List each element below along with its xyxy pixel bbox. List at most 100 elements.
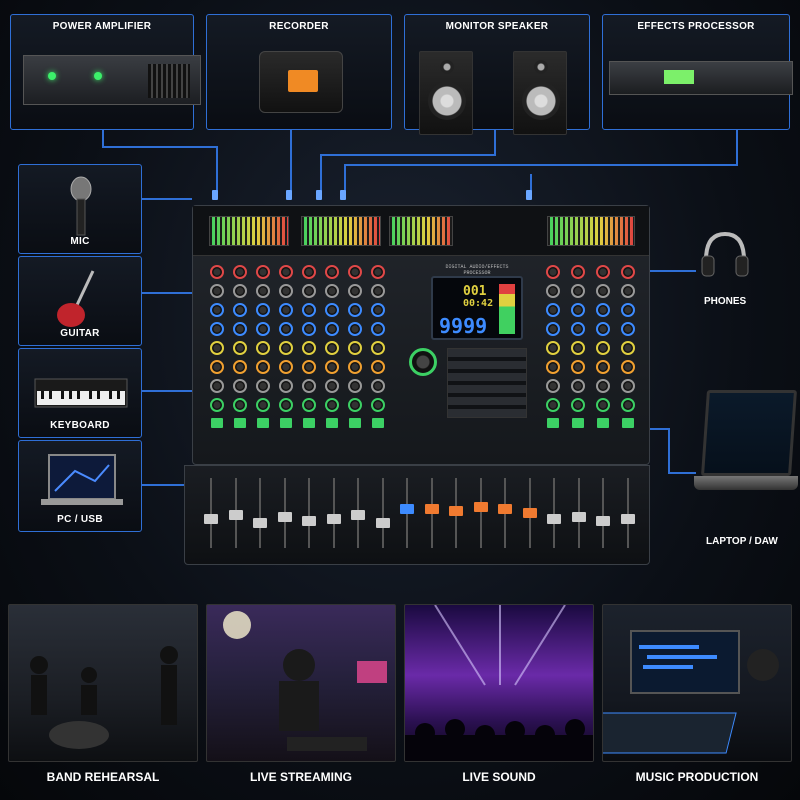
channel-fader[interactable] <box>326 474 342 558</box>
channel-knob[interactable] <box>325 284 339 298</box>
fader-cap[interactable] <box>302 516 316 526</box>
channel-knob[interactable] <box>546 322 560 336</box>
channel-fader[interactable] <box>203 474 219 558</box>
channel-knob[interactable] <box>256 360 270 374</box>
channel-knob[interactable] <box>546 341 560 355</box>
channel-knob[interactable] <box>348 265 362 279</box>
channel-knob[interactable] <box>210 341 224 355</box>
channel-knob[interactable] <box>256 303 270 317</box>
channel-strip[interactable] <box>276 260 296 460</box>
pc-usb-panel[interactable]: PC / USB <box>18 440 142 532</box>
mute-button[interactable] <box>280 418 292 428</box>
mute-button[interactable] <box>547 418 559 428</box>
fader-cap[interactable] <box>449 506 463 516</box>
channel-knob[interactable] <box>371 322 385 336</box>
channel-knob[interactable] <box>596 265 610 279</box>
channel-fader[interactable] <box>448 474 464 558</box>
channel-fader[interactable] <box>252 474 268 558</box>
fader-cap[interactable] <box>571 512 586 522</box>
channel-knob[interactable] <box>571 322 585 336</box>
channel-knob[interactable] <box>279 379 293 393</box>
channel-knob[interactable] <box>210 398 224 412</box>
channel-knob[interactable] <box>371 379 385 393</box>
channel-knob[interactable] <box>325 265 339 279</box>
power-amplifier-panel[interactable]: POWER AMPLIFIER <box>10 14 201 130</box>
channel-knob[interactable] <box>348 322 362 336</box>
channel-knob[interactable] <box>348 379 362 393</box>
channel-strip[interactable] <box>618 260 638 460</box>
keyboard-panel[interactable]: KEYBOARD <box>18 348 142 438</box>
channel-knob[interactable] <box>596 303 610 317</box>
mute-button[interactable] <box>211 418 223 428</box>
channel-knob[interactable] <box>279 398 293 412</box>
monitor-speaker-panel[interactable]: MONITOR SPEAKER <box>404 14 590 135</box>
channel-knob[interactable] <box>371 341 385 355</box>
channel-knob[interactable] <box>621 284 635 298</box>
mute-button[interactable] <box>622 418 634 428</box>
channel-knob[interactable] <box>210 379 224 393</box>
channel-knob[interactable] <box>621 341 635 355</box>
channel-strip[interactable] <box>253 260 273 460</box>
mute-button[interactable] <box>372 418 384 428</box>
channel-knob[interactable] <box>571 284 585 298</box>
channel-knob[interactable] <box>233 398 247 412</box>
channel-fader[interactable] <box>497 474 513 558</box>
fader-cap[interactable] <box>204 514 218 524</box>
channel-knob[interactable] <box>279 284 293 298</box>
channel-fader[interactable] <box>424 474 440 558</box>
channel-fader[interactable] <box>301 474 317 558</box>
fader-cap[interactable] <box>596 516 610 526</box>
channel-knob[interactable] <box>302 341 316 355</box>
channel-knob[interactable] <box>371 265 385 279</box>
channel-knob[interactable] <box>621 379 635 393</box>
channel-knob[interactable] <box>256 398 270 412</box>
channel-knob[interactable] <box>233 322 247 336</box>
channel-strip[interactable] <box>593 260 613 460</box>
fader-cap[interactable] <box>326 514 341 524</box>
channel-knob[interactable] <box>546 398 560 412</box>
channel-knob[interactable] <box>348 303 362 317</box>
channel-knob[interactable] <box>302 265 316 279</box>
channel-knob[interactable] <box>256 265 270 279</box>
channel-knob[interactable] <box>302 284 316 298</box>
mute-button[interactable] <box>303 418 315 428</box>
channel-knob[interactable] <box>233 284 247 298</box>
channel-knob[interactable] <box>571 265 585 279</box>
channel-strip[interactable] <box>299 260 319 460</box>
mute-button[interactable] <box>597 418 609 428</box>
fader-cap[interactable] <box>253 518 267 528</box>
channel-fader[interactable] <box>277 474 293 558</box>
channel-knob[interactable] <box>210 303 224 317</box>
channel-knob[interactable] <box>325 379 339 393</box>
fader-cap[interactable] <box>522 508 537 518</box>
guitar-panel[interactable]: GUITAR <box>18 256 142 346</box>
channel-knob[interactable] <box>596 341 610 355</box>
channel-fader[interactable] <box>375 474 391 558</box>
channel-knob[interactable] <box>233 360 247 374</box>
channel-knob[interactable] <box>256 379 270 393</box>
channel-fader[interactable] <box>399 474 415 558</box>
channel-knob[interactable] <box>302 379 316 393</box>
channel-knob[interactable] <box>621 398 635 412</box>
channel-knob[interactable] <box>546 303 560 317</box>
channel-knob[interactable] <box>279 303 293 317</box>
channel-knob[interactable] <box>348 284 362 298</box>
channel-strip[interactable] <box>345 260 365 460</box>
channel-knob[interactable] <box>621 265 635 279</box>
channel-knob[interactable] <box>348 360 362 374</box>
channel-knob[interactable] <box>325 341 339 355</box>
channel-knob[interactable] <box>596 360 610 374</box>
channel-knob[interactable] <box>325 303 339 317</box>
channel-fader[interactable] <box>350 474 366 558</box>
channel-knob[interactable] <box>621 322 635 336</box>
channel-strip[interactable] <box>368 260 388 460</box>
channel-fader[interactable] <box>522 474 538 558</box>
channel-knob[interactable] <box>596 284 610 298</box>
fader-cap[interactable] <box>620 514 635 524</box>
channel-knob[interactable] <box>256 284 270 298</box>
channel-knob[interactable] <box>279 265 293 279</box>
fader-cap[interactable] <box>547 514 561 524</box>
channel-knob[interactable] <box>210 284 224 298</box>
channel-knob[interactable] <box>325 322 339 336</box>
channel-knob[interactable] <box>371 303 385 317</box>
